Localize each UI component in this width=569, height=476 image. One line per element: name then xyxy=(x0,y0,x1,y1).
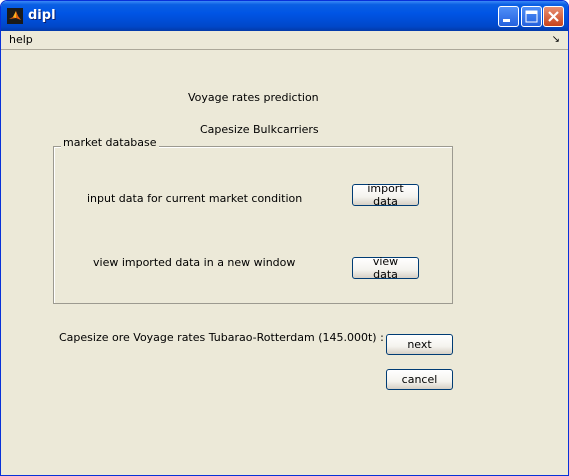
menu-bar: help ↘ xyxy=(1,31,568,50)
close-icon xyxy=(548,11,559,22)
close-button[interactable] xyxy=(543,6,564,27)
maximize-icon xyxy=(525,10,538,23)
menu-help[interactable]: help xyxy=(9,33,33,46)
cancel-button[interactable]: cancel xyxy=(386,369,453,390)
window-title: dipl xyxy=(28,8,56,23)
import-data-button[interactable]: import data xyxy=(352,182,419,208)
next-button[interactable]: next xyxy=(386,334,453,355)
group-title: market database xyxy=(61,136,159,149)
maximize-button[interactable] xyxy=(521,6,542,27)
page-title: Voyage rates prediction xyxy=(188,91,319,104)
app-window: dipl help ↘ Voyage rates prediction Cape… xyxy=(0,0,569,476)
title-bar[interactable]: dipl xyxy=(1,1,568,31)
minimize-button[interactable] xyxy=(498,6,519,27)
view-data-button[interactable]: view data xyxy=(352,255,419,281)
page-subtitle: Capesize Bulkcarriers xyxy=(200,123,319,136)
dock-arrow-icon[interactable]: ↘ xyxy=(552,34,560,45)
route-label: Capesize ore Voyage rates Tubarao-Rotter… xyxy=(59,331,384,344)
view-data-label: view imported data in a new window xyxy=(93,256,296,269)
import-data-label: input data for current market condition xyxy=(87,192,303,205)
minimize-icon xyxy=(503,19,510,22)
matlab-icon xyxy=(7,8,23,24)
